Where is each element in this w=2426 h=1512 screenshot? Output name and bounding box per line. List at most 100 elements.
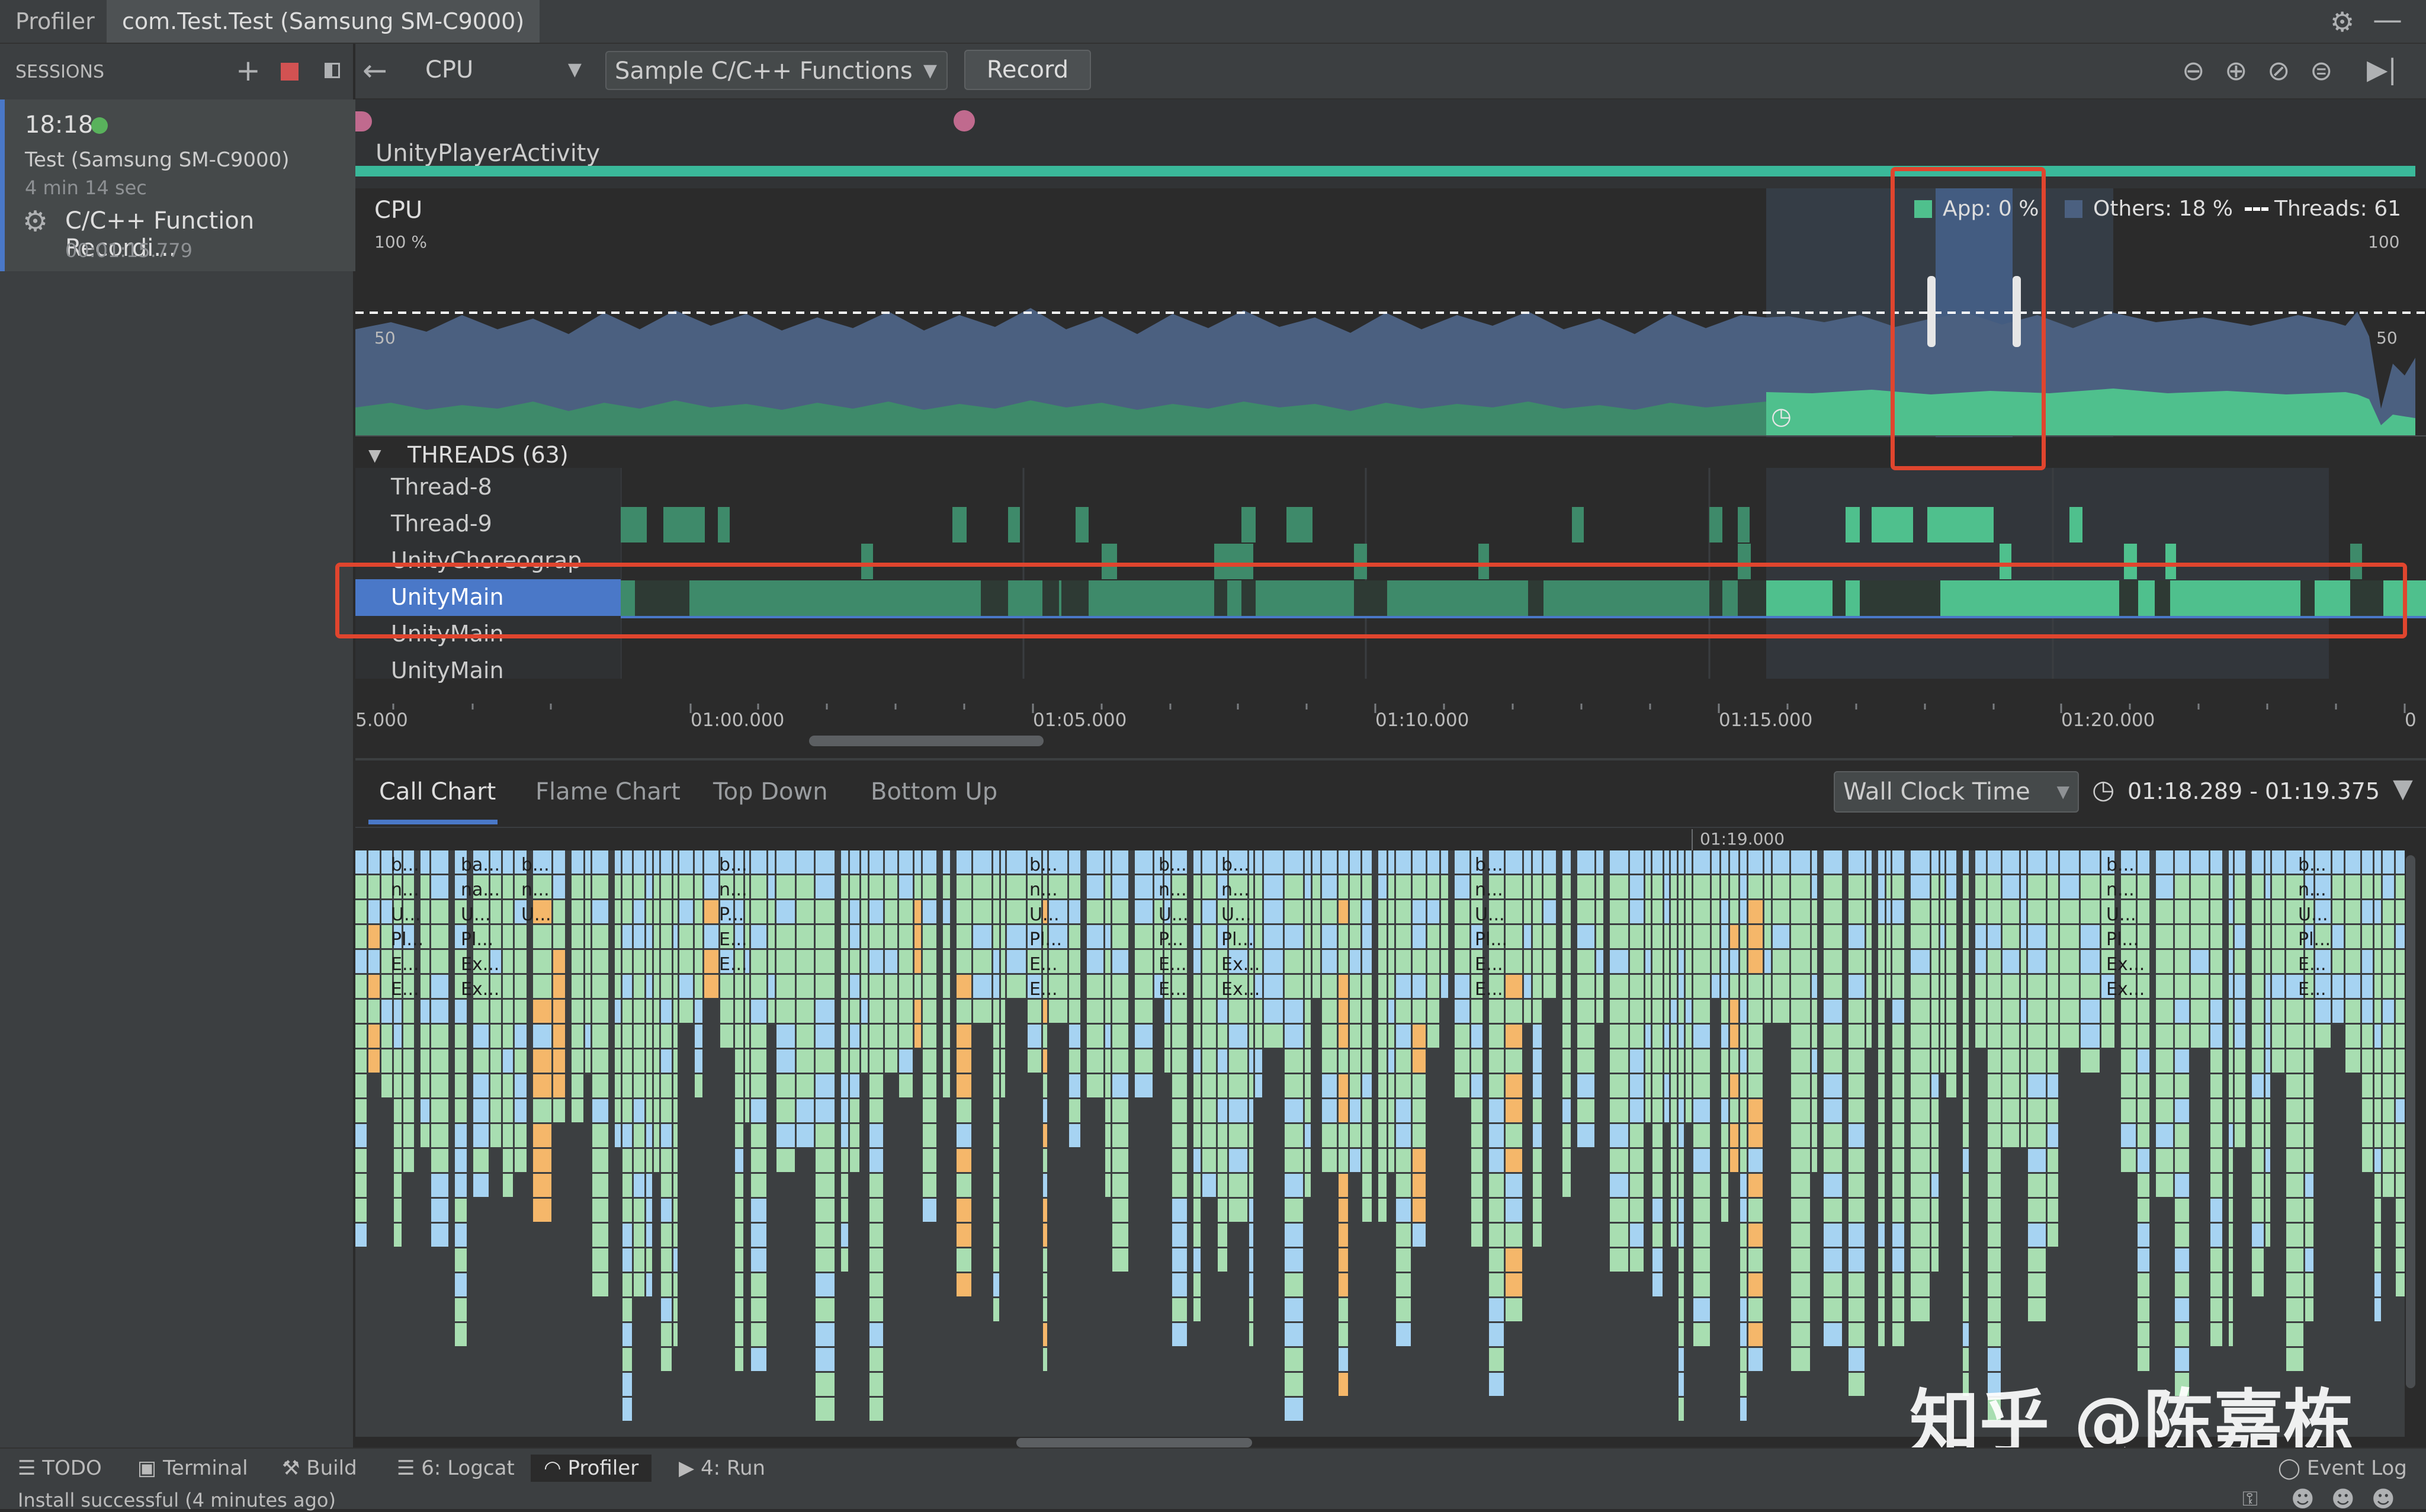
call-frame[interactable] <box>943 950 950 973</box>
call-frame[interactable] <box>368 1000 380 1023</box>
call-frame[interactable] <box>850 975 859 998</box>
call-frame[interactable] <box>957 1174 971 1197</box>
call-frame[interactable] <box>2383 1000 2394 1023</box>
call-frame[interactable] <box>2396 850 2405 874</box>
call-frame[interactable] <box>1164 1000 1170 1023</box>
call-frame[interactable] <box>1824 975 1842 998</box>
call-frame[interactable] <box>1264 1025 1283 1048</box>
call-frame[interactable] <box>661 850 672 874</box>
call-frame[interactable] <box>1489 1149 1504 1172</box>
call-frame[interactable] <box>1322 1149 1337 1172</box>
call-frame[interactable] <box>1489 1174 1504 1197</box>
call-frame[interactable] <box>2345 875 2360 898</box>
call-frame[interactable] <box>850 950 859 973</box>
call-frame[interactable] <box>1543 900 1556 923</box>
call-frame[interactable] <box>993 1224 999 1247</box>
call-frame[interactable] <box>2286 1199 2303 1222</box>
call-frame[interactable] <box>914 900 921 923</box>
call-frame[interactable] <box>1577 950 1594 973</box>
call-frame[interactable] <box>1264 900 1283 923</box>
call-frame[interactable] <box>885 850 897 874</box>
call-frame[interactable] <box>615 875 621 898</box>
call-frame[interactable] <box>473 1000 489 1023</box>
call-frame[interactable] <box>869 875 883 898</box>
call-frame[interactable] <box>1679 1373 1684 1396</box>
call-frame[interactable] <box>2028 1149 2046 1172</box>
call-frame[interactable] <box>1679 900 1684 923</box>
call-frame[interactable] <box>2138 1298 2149 1321</box>
call-frame[interactable] <box>2028 850 2046 874</box>
call-frame[interactable] <box>973 950 991 973</box>
call-frame[interactable] <box>1988 1025 2001 1048</box>
call-frame[interactable] <box>841 875 848 898</box>
call-frame[interactable] <box>1249 1273 1253 1296</box>
call-frame[interactable] <box>1730 1074 1738 1097</box>
call-frame[interactable] <box>473 1174 489 1197</box>
call-frame[interactable] <box>2235 1025 2245 1048</box>
call-frame[interactable] <box>1193 1025 1201 1048</box>
call-frame[interactable] <box>2272 850 2284 874</box>
call-frame[interactable] <box>661 925 672 948</box>
call-frame[interactable] <box>2252 1099 2264 1122</box>
call-frame[interactable] <box>1963 850 1969 874</box>
call-frame[interactable] <box>368 925 380 948</box>
call-frame[interactable] <box>1824 1248 1842 1272</box>
call-frame[interactable] <box>861 1000 868 1023</box>
call-frame[interactable] <box>585 950 591 973</box>
call-frame[interactable] <box>816 1025 835 1048</box>
call-frame[interactable] <box>797 950 814 973</box>
call-frame[interactable] <box>797 1124 814 1147</box>
call-frame[interactable] <box>816 1273 835 1296</box>
call-frame[interactable] <box>1543 850 1556 874</box>
call-frame[interactable] <box>1043 1149 1047 1172</box>
call-frame[interactable] <box>704 850 718 874</box>
call-frame[interactable] <box>1730 1124 1738 1147</box>
call-frame[interactable] <box>1824 1049 1842 1073</box>
call-frame[interactable] <box>1112 1248 1128 1272</box>
call-frame[interactable] <box>869 1273 883 1296</box>
call-frame[interactable] <box>2374 1298 2381 1321</box>
call-frame[interactable] <box>1506 1049 1522 1073</box>
call-frame[interactable] <box>1313 850 1320 874</box>
call-frame[interactable] <box>2210 950 2222 973</box>
call-frame[interactable] <box>622 1049 632 1073</box>
call-frame[interactable] <box>533 975 551 998</box>
call-frame[interactable] <box>2191 1025 2209 1048</box>
call-frame[interactable] <box>943 875 950 898</box>
call-frame[interactable] <box>1773 925 1789 948</box>
call-frame[interactable] <box>592 1273 608 1296</box>
call-frame[interactable] <box>1630 900 1644 923</box>
call-frame[interactable] <box>1773 950 1789 973</box>
call-frame[interactable] <box>431 1099 448 1122</box>
call-frame[interactable] <box>1112 1099 1128 1122</box>
call-frame[interactable] <box>1577 1000 1594 1023</box>
call-frame[interactable] <box>2229 950 2233 973</box>
call-frame[interactable] <box>2229 1199 2233 1222</box>
call-frame[interactable] <box>2286 1000 2303 1023</box>
call-frame[interactable] <box>1791 1124 1810 1147</box>
call-frame[interactable] <box>1506 1248 1522 1272</box>
call-frame[interactable] <box>1652 1199 1663 1222</box>
call-frame[interactable] <box>1892 950 1904 973</box>
call-frame[interactable] <box>1671 1199 1677 1222</box>
call-frame[interactable] <box>1740 925 1747 948</box>
call-frame[interactable] <box>2081 875 2100 898</box>
call-frame[interactable] <box>1892 1099 1904 1122</box>
call-frame[interactable] <box>841 1248 848 1272</box>
call-frame[interactable] <box>776 925 795 948</box>
call-frame[interactable] <box>1049 1000 1067 1023</box>
call-frame[interactable] <box>1533 1099 1542 1122</box>
call-frame[interactable] <box>816 1398 835 1421</box>
call-frame[interactable] <box>1671 1149 1677 1172</box>
call-frame[interactable] <box>2235 875 2245 898</box>
call-frame[interactable] <box>2101 1000 2114 1023</box>
call-frame[interactable] <box>1679 950 1684 973</box>
call-frame[interactable] <box>1202 1074 1216 1097</box>
call-frame[interactable] <box>751 875 766 898</box>
call-frame[interactable] <box>1963 1273 1969 1296</box>
call-frame[interactable] <box>2396 1199 2405 1222</box>
call-frame[interactable] <box>885 900 897 923</box>
call-frame[interactable] <box>1878 875 1885 898</box>
call-frame[interactable] <box>914 925 921 948</box>
call-frame[interactable] <box>745 1049 749 1073</box>
